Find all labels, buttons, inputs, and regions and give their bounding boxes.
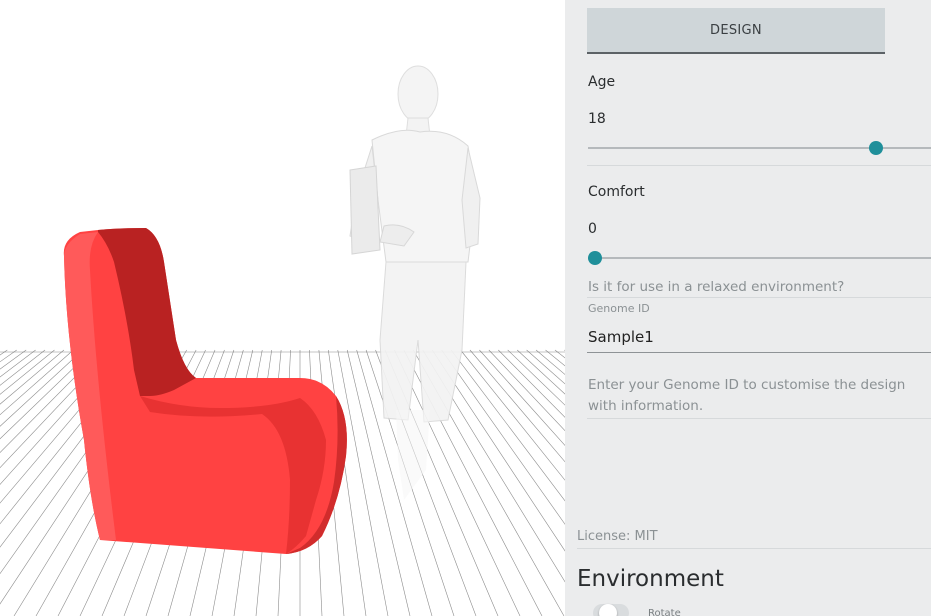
age-slider[interactable] <box>588 141 931 155</box>
rotate-toggle-label: Rotate <box>648 608 681 616</box>
age-value: 18 <box>588 111 606 127</box>
design-panel: DESIGN Age 18 Comfort 0 Is it for use in… <box>565 0 931 616</box>
rotate-toggle-knob[interactable] <box>599 604 617 616</box>
comfort-slider-thumb[interactable] <box>588 251 602 265</box>
genome-id-label: Genome ID <box>588 302 650 315</box>
comfort-value: 0 <box>588 221 597 237</box>
human-figure <box>349 65 481 500</box>
divider <box>587 297 931 298</box>
genome-id-hint: Enter your Genome ID to customise the de… <box>588 377 906 414</box>
genome-id-input[interactable] <box>587 322 931 353</box>
environment-title: Environment <box>577 566 724 592</box>
comfort-hint: Is it for use in a relaxed environment? <box>588 279 845 295</box>
age-label: Age <box>588 74 616 90</box>
divider <box>587 418 931 419</box>
chair-model <box>63 228 347 554</box>
3d-viewport[interactable] <box>0 0 565 616</box>
divider <box>577 548 931 549</box>
comfort-label: Comfort <box>588 184 645 200</box>
license-text: License: MIT <box>577 529 658 544</box>
design-button[interactable]: DESIGN <box>587 8 885 54</box>
divider <box>587 165 931 166</box>
age-slider-thumb[interactable] <box>869 141 884 155</box>
scene-canvas[interactable] <box>0 0 565 616</box>
comfort-slider[interactable] <box>588 251 931 265</box>
